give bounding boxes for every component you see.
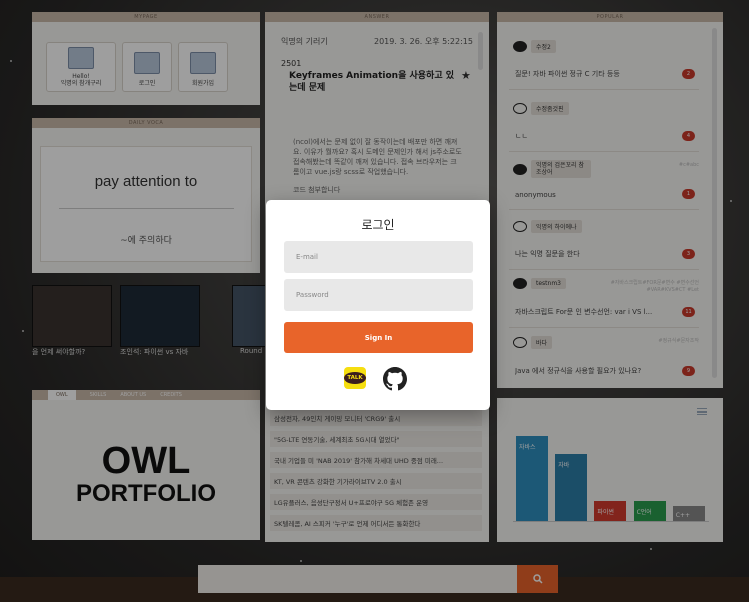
kakao-login-icon[interactable]: TALK <box>344 367 366 389</box>
sign-in-button[interactable]: Sign In <box>284 322 473 353</box>
login-modal: 로그인 Sign In TALK <box>266 200 490 410</box>
github-login-icon[interactable] <box>383 367 407 391</box>
login-title: 로그인 <box>361 218 395 232</box>
kakao-talk-label: TALK <box>344 372 366 384</box>
email-field[interactable] <box>284 241 473 273</box>
page-background: MYPAGE Hello! 익명의 참개구리 로그인 회원가입 DAILY VO… <box>0 0 749 602</box>
password-field[interactable] <box>284 279 473 311</box>
